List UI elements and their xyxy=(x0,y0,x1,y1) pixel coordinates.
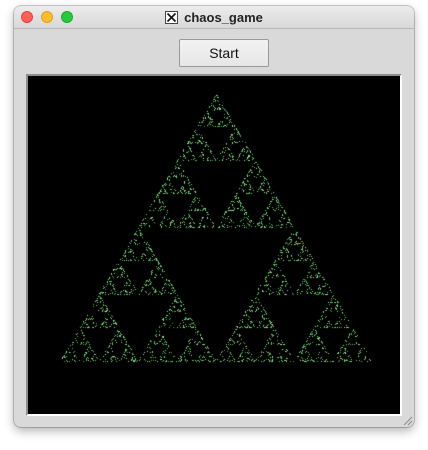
x11-icon xyxy=(165,10,179,24)
window-title: chaos_game xyxy=(184,9,263,25)
app-window: chaos_game Start xyxy=(14,6,414,427)
start-button[interactable]: Start xyxy=(179,39,269,67)
canvas-frame xyxy=(26,74,402,416)
chaos-game-canvas[interactable] xyxy=(28,76,400,414)
title-bar[interactable]: chaos_game xyxy=(14,6,414,29)
resize-grip-icon[interactable] xyxy=(401,414,413,426)
window-title-group: chaos_game xyxy=(14,6,414,28)
